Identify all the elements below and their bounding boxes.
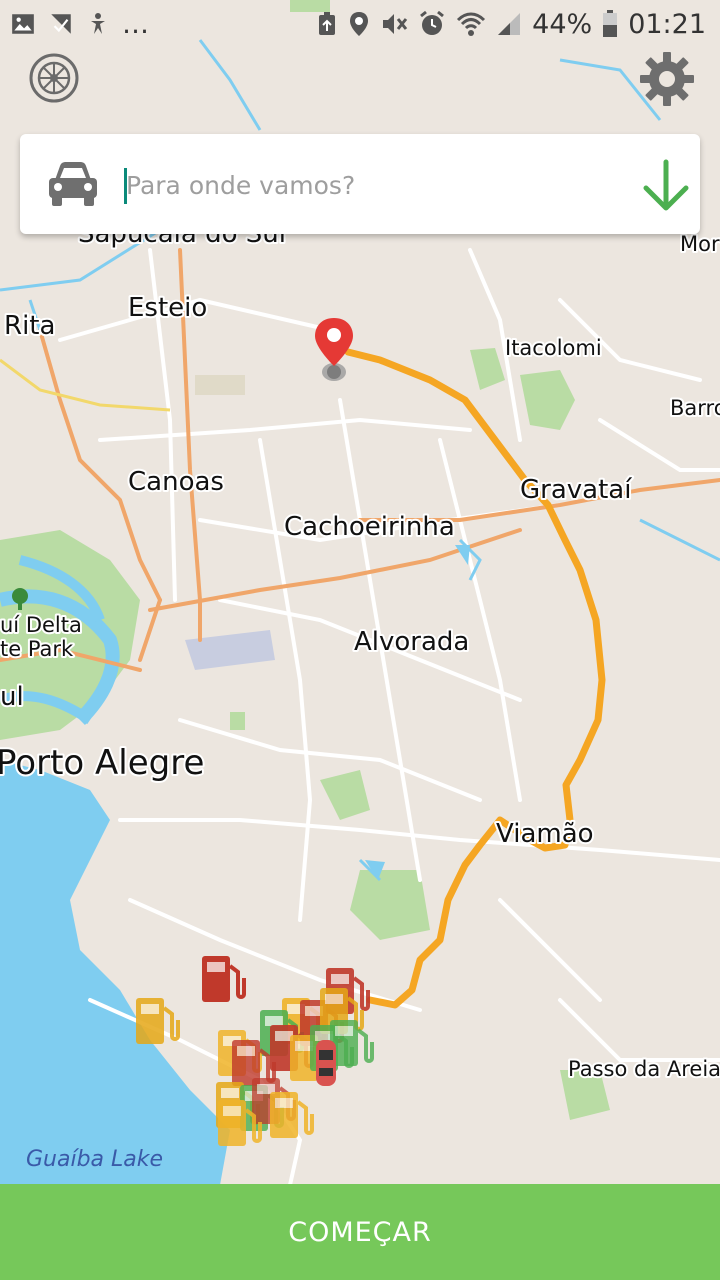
tire-icon[interactable] bbox=[28, 52, 80, 104]
map-label: Gravataí bbox=[520, 475, 632, 505]
map-label: te Park bbox=[0, 637, 74, 661]
map-label: uí Delta bbox=[0, 613, 82, 637]
location-icon bbox=[350, 12, 369, 36]
accessibility-icon bbox=[91, 13, 105, 34]
map-label: Passo da Areia bbox=[568, 1057, 720, 1081]
wifi-icon bbox=[457, 12, 486, 36]
battery-icon bbox=[603, 10, 618, 37]
mute-icon bbox=[383, 14, 408, 34]
map-label: ul bbox=[0, 682, 24, 712]
map-label: Guaíba Lake bbox=[26, 1147, 163, 1172]
more-dots-icon: … bbox=[122, 8, 149, 40]
image-icon bbox=[12, 14, 34, 34]
map-label: Barro bbox=[670, 396, 720, 420]
destination-search-card bbox=[20, 134, 700, 234]
status-bar: … 44% 01:21 bbox=[0, 0, 720, 50]
map-label: Viamão bbox=[496, 819, 594, 849]
signal-icon bbox=[498, 13, 521, 35]
missed-call-icon bbox=[51, 14, 71, 34]
map-label: Porto Alegre bbox=[0, 743, 204, 783]
recycle-icon bbox=[319, 12, 336, 35]
map-label: Mor bbox=[680, 232, 720, 256]
gear-icon[interactable] bbox=[638, 50, 696, 108]
map-label: Esteio bbox=[128, 293, 207, 323]
start-button[interactable]: COMEÇAR bbox=[0, 1184, 720, 1280]
map-label: Cachoeirinha bbox=[284, 512, 455, 542]
car-icon bbox=[49, 162, 97, 206]
map-label: Rita bbox=[4, 311, 55, 341]
current-location-car-icon bbox=[316, 1040, 336, 1086]
clock: 01:21 bbox=[628, 8, 706, 40]
battery-percent: 44% bbox=[532, 8, 593, 40]
origin-pin-icon bbox=[315, 318, 353, 381]
park bbox=[230, 712, 245, 730]
map-label: Canoas bbox=[128, 467, 224, 497]
arrow-down-icon[interactable] bbox=[640, 158, 692, 214]
map-label: Alvorada bbox=[354, 627, 469, 657]
destination-input[interactable] bbox=[124, 162, 606, 208]
alarm-icon bbox=[420, 10, 445, 35]
map-label: Itacolomi bbox=[505, 336, 602, 360]
